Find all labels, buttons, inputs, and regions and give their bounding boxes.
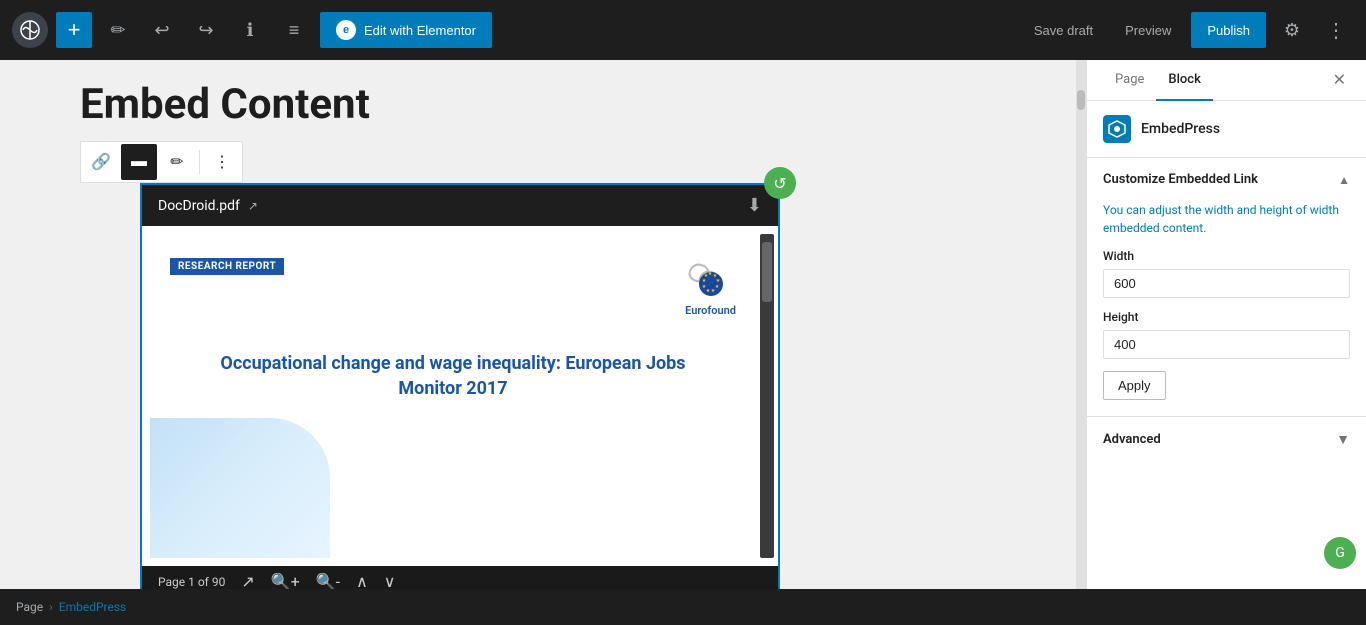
right-panel: Page Block ✕ EmbedPress Customize Embedd…	[1086, 60, 1366, 589]
eurofound-text: Eurofound	[685, 304, 736, 317]
customize-section-header[interactable]: Customize Embedded Link ▲	[1087, 158, 1366, 201]
pencil-toolbar-btn[interactable]: ✏	[159, 144, 195, 180]
prev-page-icon[interactable]: ∧	[356, 572, 368, 589]
svg-text:★: ★	[706, 288, 711, 294]
embedpress-logo-icon	[1103, 115, 1131, 143]
edit-with-elementor-button[interactable]: e Edit with Elementor	[320, 12, 492, 48]
settings-button[interactable]: ⚙	[1274, 12, 1310, 48]
width-input[interactable]	[1103, 269, 1350, 298]
embed-wrapper: ↺ DocDroid.pdf ↗ ⬇ RESEARCH REPORT	[80, 183, 780, 589]
pdf-main: RESEARCH REPORT	[150, 234, 756, 558]
list-view-button[interactable]: ≡	[276, 12, 312, 48]
next-page-icon[interactable]: ∨	[384, 572, 396, 589]
breadcrumb-separator: ›	[49, 600, 53, 614]
more-toolbar-btn[interactable]: ⋮	[204, 144, 240, 180]
editor-area: Embed Content 🔗 ▬ ✏ ⋮ ↺ DocDroid.pdf ↗ ⬇	[0, 60, 1076, 589]
add-block-button[interactable]: +	[56, 12, 92, 48]
more-options-button[interactable]: ⋮	[1318, 12, 1354, 48]
panel-close-button[interactable]: ✕	[1329, 66, 1350, 94]
pdf-scrollbar[interactable]	[760, 234, 774, 558]
embed-header: DocDroid.pdf ↗ ⬇	[142, 185, 778, 226]
embed-title: Embed Content	[80, 80, 370, 129]
pdf-decoration	[150, 418, 330, 558]
embedpress-header: EmbedPress	[1087, 101, 1366, 158]
breadcrumb-page[interactable]: Page	[16, 600, 43, 614]
svg-text:★: ★	[704, 273, 709, 279]
wp-logo[interactable]	[12, 12, 48, 48]
embedpress-title: EmbedPress	[1141, 121, 1220, 137]
publish-button[interactable]: Publish	[1191, 12, 1266, 48]
link-toolbar-btn[interactable]: 🔗	[83, 144, 119, 180]
width-label: Width	[1103, 249, 1350, 263]
panel-body-remainder: G	[1087, 462, 1366, 589]
refresh-badge-top[interactable]: ↺	[764, 167, 796, 199]
panel-tabs: Page Block ✕	[1087, 60, 1366, 101]
main-layout: Embed Content 🔗 ▬ ✏ ⋮ ↺ DocDroid.pdf ↗ ⬇	[0, 60, 1366, 589]
zoom-out-icon[interactable]: 🔍-	[316, 572, 340, 589]
height-input[interactable]	[1103, 330, 1350, 359]
align-toolbar-btn[interactable]: ▬	[121, 144, 157, 180]
toolbar-divider	[199, 150, 200, 174]
apply-button[interactable]: Apply	[1103, 371, 1166, 400]
info-button[interactable]: ℹ	[232, 12, 268, 48]
pdf-scrollbar-thumb	[762, 242, 772, 302]
redo-button[interactable]: ↪	[188, 12, 224, 48]
eurofound-icon-svg: ★ ★ ★ ★ ★ ★ ★ ★ ★	[676, 254, 736, 304]
external-link-footer-icon[interactable]: ↗	[241, 572, 254, 589]
advanced-title: Advanced	[1103, 432, 1161, 447]
research-report-badge: RESEARCH REPORT	[170, 258, 284, 275]
breadcrumb: Page › EmbedPress	[0, 589, 1366, 625]
svg-text:★: ★	[702, 284, 707, 290]
customize-description: You can adjust the width and height of w…	[1103, 201, 1350, 237]
pdf-content-area: RESEARCH REPORT	[142, 226, 778, 566]
breadcrumb-current[interactable]: EmbedPress	[59, 600, 127, 614]
tab-block[interactable]: Block	[1156, 60, 1212, 101]
embed-filename: DocDroid.pdf	[158, 198, 240, 214]
advanced-chevron-icon: ▼	[1336, 431, 1350, 448]
svg-text:★: ★	[711, 288, 716, 294]
pdf-title: Occupational change and wage inequality:…	[170, 351, 736, 401]
pdf-footer-bar: Page 1 of 90 ↗ 🔍+ 🔍- ∧ ∨	[142, 566, 778, 589]
customize-section-content: You can adjust the width and height of w…	[1087, 201, 1366, 416]
customize-section-title: Customize Embedded Link	[1103, 172, 1258, 187]
customize-section: Customize Embedded Link ▲ You can adjust…	[1087, 158, 1366, 417]
embed-block: DocDroid.pdf ↗ ⬇ RESEARCH REPORT	[140, 183, 780, 589]
block-toolbar: 🔗 ▬ ✏ ⋮	[80, 141, 243, 183]
zoom-in-icon[interactable]: 🔍+	[271, 572, 300, 589]
save-draft-button[interactable]: Save draft	[1022, 23, 1105, 38]
page-info: Page 1 of 90	[158, 575, 225, 589]
advanced-section[interactable]: Advanced ▼	[1087, 417, 1366, 462]
edit-pen-button[interactable]: ✏	[100, 12, 136, 48]
main-scrollbar[interactable]	[1076, 60, 1086, 589]
preview-button[interactable]: Preview	[1113, 23, 1183, 38]
main-scrollbar-thumb	[1077, 90, 1085, 110]
undo-button[interactable]: ↩	[144, 12, 180, 48]
svg-text:★: ★	[715, 284, 720, 290]
external-link-icon[interactable]: ↗	[248, 199, 258, 213]
elementor-icon: e	[336, 20, 356, 40]
download-icon[interactable]: ⬇	[747, 195, 762, 216]
tab-page[interactable]: Page	[1103, 60, 1156, 101]
height-label: Height	[1103, 310, 1350, 324]
customize-chevron-icon: ▲	[1338, 173, 1350, 187]
eurofound-logo: ★ ★ ★ ★ ★ ★ ★ ★ ★	[676, 254, 736, 317]
top-bar: + ✏ ↩ ↪ ℹ ≡ e Edit with Elementor Save d…	[0, 0, 1366, 60]
grammarly-badge[interactable]: G	[1324, 537, 1356, 569]
